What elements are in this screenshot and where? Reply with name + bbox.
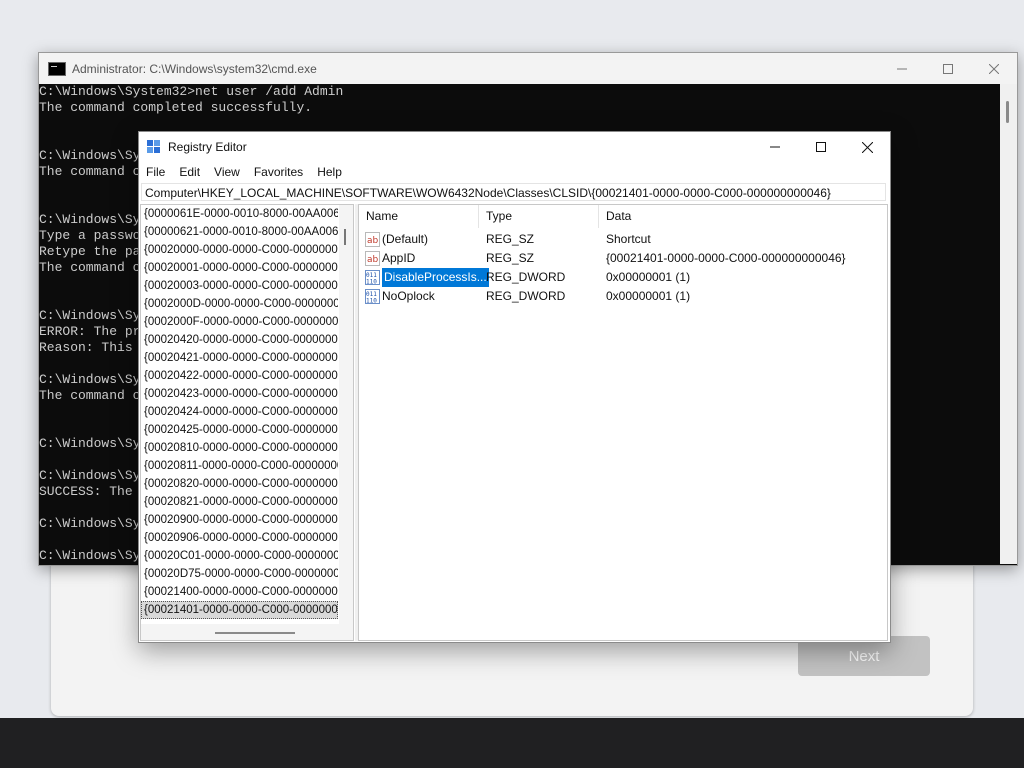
value-type: REG_SZ <box>486 251 535 265</box>
value-data: {00021401-0000-0000-C000-000000000046} <box>606 251 846 265</box>
svg-text:ab: ab <box>367 236 379 246</box>
value-data: 0x00000001 (1) <box>606 270 691 284</box>
tree-key-item[interactable]: {00020425-0000-0000-C000-00000000 <box>141 421 338 439</box>
svg-text:110: 110 <box>366 279 377 286</box>
svg-text:ab: ab <box>367 255 379 265</box>
values-list-pane[interactable]: Name Type Data ab (Default) REG_SZ Shortcut… <box>358 204 888 641</box>
minimize-icon <box>770 146 780 148</box>
value-type: REG_DWORD <box>486 270 566 284</box>
cmd-scroll-thumb[interactable] <box>1006 101 1009 123</box>
regedit-window-title: Registry Editor <box>168 140 247 154</box>
menu-view[interactable]: View <box>207 165 247 179</box>
close-icon <box>861 141 873 153</box>
maximize-icon <box>943 63 953 74</box>
cmd-maximize-button[interactable] <box>925 53 971 84</box>
cmd-minimize-button[interactable] <box>879 53 925 84</box>
tree-key-item[interactable]: {00020003-0000-0000-C000-00000000 <box>141 277 338 295</box>
regedit-maximize-button[interactable] <box>798 132 844 162</box>
cmd-app-icon <box>48 61 66 76</box>
tree-horizontal-scroll-thumb[interactable] <box>215 632 295 634</box>
registry-editor-icon <box>147 140 161 154</box>
cmd-window-title: Administrator: C:\Windows\system32\cmd.e… <box>72 61 317 76</box>
value-name: DisableProcessIs... <box>382 268 489 287</box>
value-row[interactable]: 011 110 NoOplock REG_DWORD 0x00000001 (1) <box>359 287 887 306</box>
tree-key-item[interactable]: {00021401-0000-0000-C000-00000000 <box>141 601 338 619</box>
tree-key-item[interactable]: {0002000D-0000-0000-C000-00000000 <box>141 295 338 313</box>
tree-key-item[interactable]: {00020906-0000-0000-C000-00000000 <box>141 529 338 547</box>
value-name: AppID <box>382 251 416 265</box>
tree-key-item[interactable]: {00020001-0000-0000-C000-00000000 <box>141 259 338 277</box>
address-bar[interactable]: Computer\HKEY_LOCAL_MACHINE\SOFTWARE\WOW… <box>141 183 886 201</box>
regedit-close-button[interactable] <box>844 132 890 162</box>
tree-key-item[interactable]: {00020C01-0000-0000-C000-00000000 <box>141 547 338 565</box>
tree-key-item[interactable]: {00020810-0000-0000-C000-00000000 <box>141 439 338 457</box>
column-header-data[interactable]: Data <box>599 205 887 228</box>
menu-favorites[interactable]: Favorites <box>247 165 310 179</box>
value-type: REG_DWORD <box>486 289 566 303</box>
string-value-icon: ab <box>365 232 380 247</box>
value-row[interactable]: 011 110 DisableProcessIs... REG_DWORD 0x0000… <box>359 268 887 287</box>
tree-key-item[interactable]: {00020420-0000-0000-C000-00000000 <box>141 331 338 349</box>
column-header-name[interactable]: Name <box>359 205 479 228</box>
cmd-close-button[interactable] <box>971 53 1017 84</box>
svg-text:110: 110 <box>366 298 377 305</box>
tree-key-item[interactable]: {00020900-0000-0000-C000-00000000 <box>141 511 338 529</box>
cmd-scrollbar[interactable] <box>1000 84 1017 564</box>
cmd-titlebar[interactable]: Administrator: C:\Windows\system32\cmd.e… <box>39 53 1017 84</box>
dword-value-icon: 011 110 <box>365 289 380 305</box>
value-data: 0x00000001 (1) <box>606 289 691 303</box>
minimize-icon <box>897 68 907 69</box>
tree-key-item[interactable]: {0000061E-0000-0010-8000-00AA006D <box>141 205 338 223</box>
tree-key-item[interactable]: {00020000-0000-0000-C000-00000000 <box>141 241 338 259</box>
key-tree-pane[interactable]: {0000061E-0000-0010-8000-00AA006D {000006… <box>140 204 354 641</box>
column-header-type[interactable]: Type <box>479 205 599 228</box>
regedit-titlebar[interactable]: Registry Editor <box>139 132 890 162</box>
menu-help[interactable]: Help <box>310 165 349 179</box>
tree-key-item[interactable]: {00020811-0000-0000-C000-00000000 <box>141 457 338 475</box>
value-type: REG_SZ <box>486 232 535 246</box>
maximize-icon <box>816 142 826 152</box>
registry-editor-window[interactable]: Registry Editor File Edit View Favorites… <box>138 131 891 643</box>
tree-key-item[interactable]: {00020821-0000-0000-C000-00000000 <box>141 493 338 511</box>
value-row[interactable]: ab (Default) REG_SZ Shortcut <box>359 230 887 249</box>
value-data: Shortcut <box>606 232 651 246</box>
tree-vertical-scroll-thumb[interactable] <box>344 229 346 245</box>
regedit-menubar: File Edit View Favorites Help <box>139 162 890 182</box>
value-row[interactable]: ab AppID REG_SZ {00021401-0000-0000-C000-00… <box>359 249 887 268</box>
tree-horizontal-scrollbar[interactable] <box>141 624 353 640</box>
console-line: C:\Windows\System32>net user /add Admin <box>39 84 344 99</box>
regedit-minimize-button[interactable] <box>752 132 798 162</box>
tree-key-item[interactable]: {0002000F-0000-0000-C000-00000000 <box>141 313 338 331</box>
dword-value-icon: 011 110 <box>365 270 380 286</box>
tree-key-item[interactable]: {00020424-0000-0000-C000-00000000 <box>141 403 338 421</box>
tree-key-item[interactable]: {00020421-0000-0000-C000-00000000 <box>141 349 338 367</box>
menu-file[interactable]: File <box>139 165 172 179</box>
tree-vertical-scrollbar[interactable] <box>339 205 353 625</box>
close-icon <box>989 63 999 74</box>
tree-key-item[interactable]: {00020423-0000-0000-C000-00000000 <box>141 385 338 403</box>
console-line: The command completed successfully. <box>39 100 313 115</box>
desktop-taskbar-area <box>0 718 1024 768</box>
tree-key-item[interactable]: {00020D75-0000-0000-C000-00000000 <box>141 565 338 583</box>
string-value-icon: ab <box>365 251 380 266</box>
menu-edit[interactable]: Edit <box>172 165 207 179</box>
key-tree-list: {0000061E-0000-0010-8000-00AA006D {000006… <box>141 205 353 619</box>
value-name: (Default) <box>382 232 429 246</box>
tree-key-item[interactable]: {00021400-0000-0000-C000-00000000 <box>141 583 338 601</box>
tree-key-item[interactable]: {00020422-0000-0000-C000-00000000 <box>141 367 338 385</box>
tree-key-item[interactable]: {00020820-0000-0000-C000-00000000 <box>141 475 338 493</box>
value-name: NoOplock <box>382 289 435 303</box>
tree-key-item[interactable]: {00000621-0000-0010-8000-00AA006D <box>141 223 338 241</box>
